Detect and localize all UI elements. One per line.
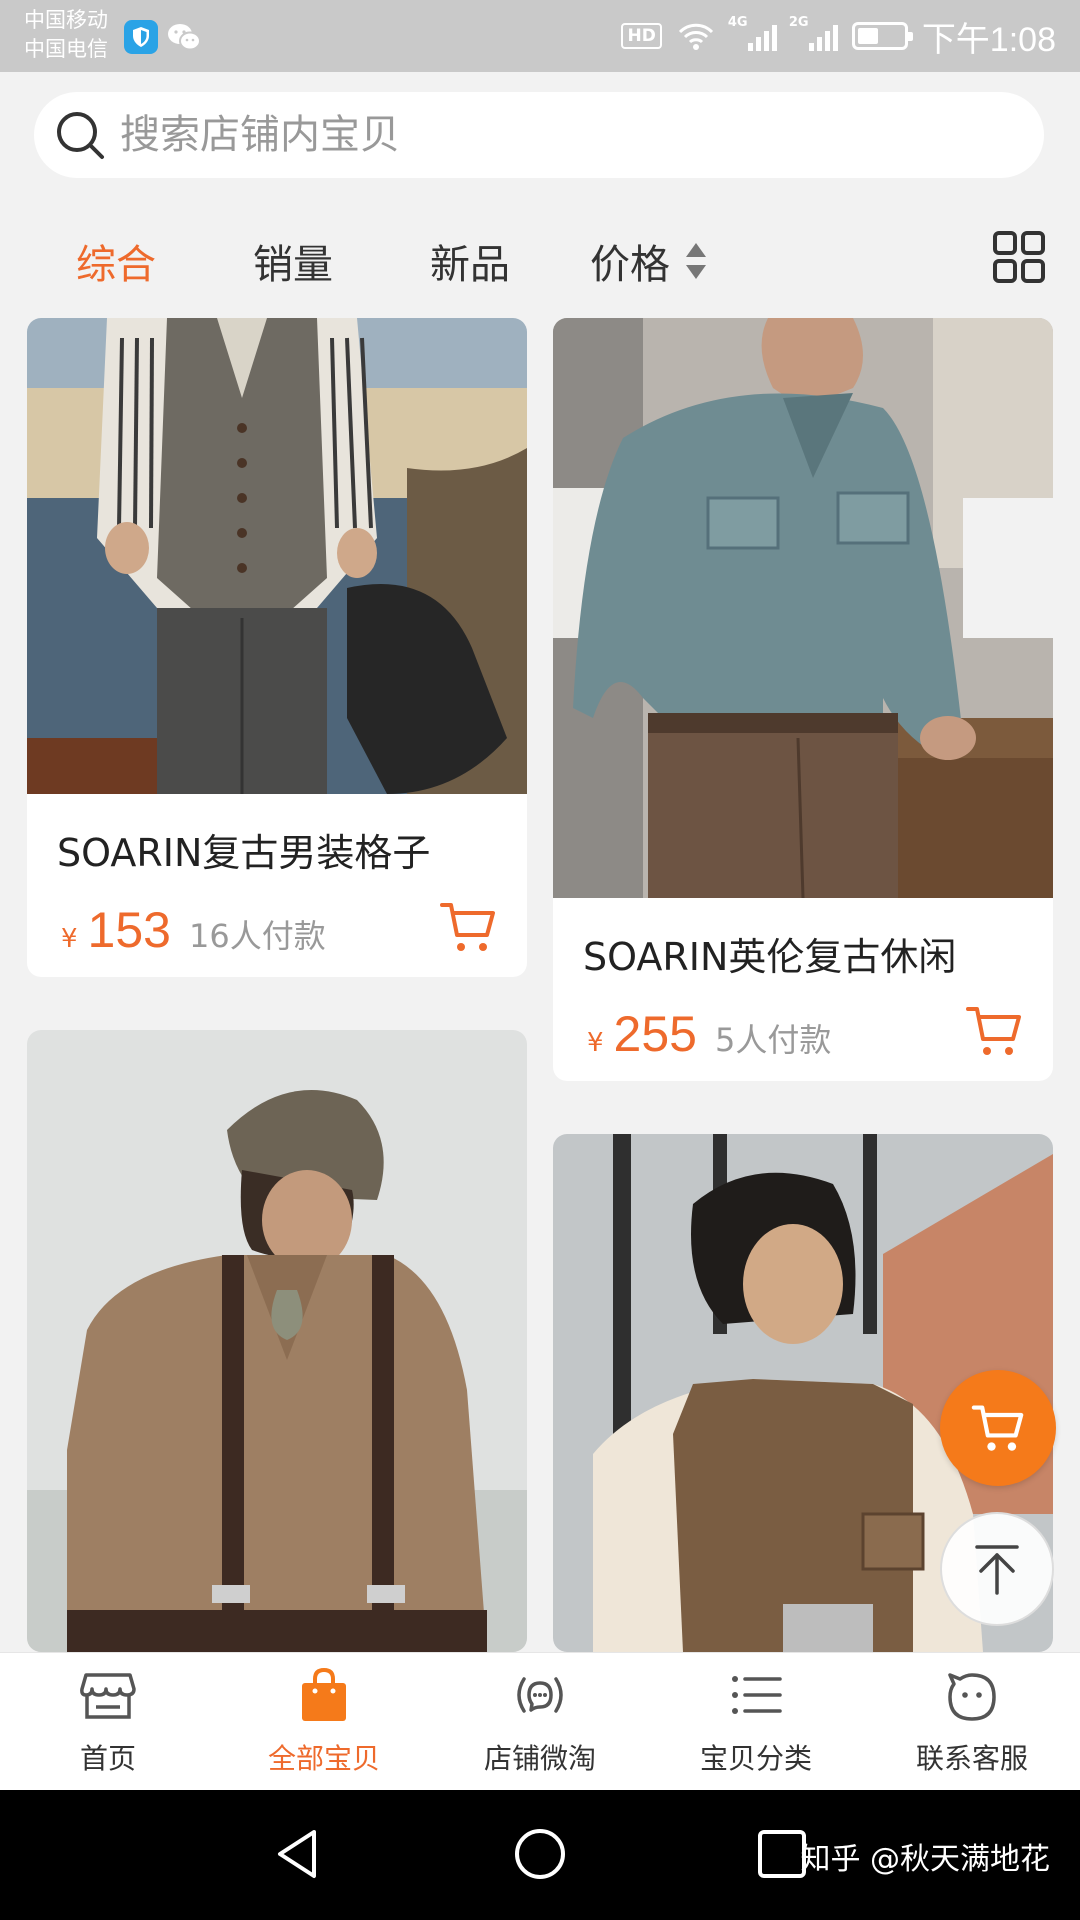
wechat-icon	[168, 24, 201, 51]
status-bar: 中国移动 中国电信 HD 4G 2G 下午1:08	[0, 0, 1080, 72]
signal-4g-icon: 4G	[728, 15, 777, 51]
battery-icon	[851, 22, 913, 50]
product-image[interactable]	[27, 318, 527, 794]
chat-face-icon	[948, 1673, 996, 1721]
sort-tab-new[interactable]: 新品	[430, 232, 510, 290]
product-image[interactable]	[553, 318, 1053, 898]
system-nav-bar: 知乎 @秋天满地花	[0, 1790, 1080, 1920]
nav-label: 宝贝分类	[699, 1742, 812, 1775]
nav-label: 店铺微淘	[483, 1742, 596, 1775]
product-price: 153	[87, 902, 171, 958]
price-row: ¥ 255 5人付款	[553, 981, 1053, 1081]
currency-symbol: ¥	[61, 924, 78, 954]
price-row: ¥ 153 16人付款	[27, 877, 527, 977]
nav-item-home[interactable]: 首页	[0, 1653, 216, 1791]
clock: 下午1:08	[921, 20, 1056, 59]
nav-label: 全部宝贝	[267, 1742, 380, 1775]
sort-tab-label: 新品	[430, 242, 510, 288]
floating-cart-button[interactable]	[940, 1370, 1056, 1486]
back-icon[interactable]	[266, 1822, 330, 1886]
sort-tabs: 综合 销量 新品 价格	[0, 222, 1080, 298]
product-image[interactable]	[27, 1030, 527, 1652]
home-circle-icon[interactable]	[508, 1822, 572, 1886]
product-card[interactable]: SOARIN英伦复古休闲 ¥ 255 5人付款	[553, 318, 1053, 1081]
sort-tab-label: 销量	[253, 242, 333, 288]
carrier-label: 中国移动	[24, 8, 108, 32]
search-icon	[57, 112, 104, 159]
bottom-nav: 首页 全部宝贝 店铺微淘 宝贝分类 联系客服	[0, 1652, 1080, 1790]
sort-tab-label: 综合	[76, 242, 156, 288]
nav-item-categories[interactable]: 宝贝分类	[648, 1653, 864, 1791]
store-icon	[80, 1673, 136, 1719]
carrier-info: 中国移动 中国电信	[24, 6, 108, 64]
nav-label: 联系客服	[915, 1742, 1028, 1775]
product-photo	[27, 1030, 527, 1652]
network-label: 4G	[727, 15, 748, 30]
cart-icon	[971, 1405, 1024, 1451]
sort-tab-sales[interactable]: 销量	[253, 232, 333, 290]
sort-tab-comprehensive[interactable]: 综合	[76, 232, 156, 290]
battery-fill	[857, 28, 878, 44]
sales-count: 5人付款	[714, 1021, 832, 1059]
sort-tab-label: 价格	[590, 242, 670, 288]
signal-2g-icon: 2G	[789, 15, 838, 51]
product-title[interactable]: SOARIN复古男装格子	[27, 794, 527, 877]
grid-layout-icon[interactable]	[992, 230, 1046, 284]
sort-arrows-icon	[686, 243, 706, 279]
network-label: 2G	[788, 15, 809, 30]
nav-item-weitao[interactable]: 店铺微淘	[432, 1653, 648, 1791]
sales-count: 16人付款	[188, 917, 326, 955]
product-card[interactable]: SOARIN复古男装格子 ¥ 153 16人付款	[27, 318, 527, 977]
search-bar[interactable]	[34, 92, 1044, 178]
add-to-cart-icon[interactable]	[965, 1003, 1023, 1059]
carrier-label: 中国电信	[24, 37, 108, 61]
wifi-icon	[678, 23, 713, 50]
nav-item-all-items[interactable]: 全部宝贝	[216, 1653, 432, 1791]
back-to-top-button[interactable]	[940, 1512, 1054, 1626]
product-price: 255	[613, 1006, 697, 1062]
shopping-bag-icon	[302, 1667, 346, 1721]
product-card[interactable]	[27, 1030, 527, 1652]
watermark: 知乎 @秋天满地花	[800, 1842, 1050, 1877]
sort-tab-price[interactable]: 价格	[590, 232, 708, 290]
currency-symbol: ¥	[587, 1028, 604, 1058]
arrow-up-icon	[975, 1545, 1019, 1595]
nav-label: 首页	[79, 1742, 136, 1775]
security-shield-icon	[124, 20, 158, 54]
search-input[interactable]	[120, 112, 1000, 158]
list-icon	[732, 1676, 782, 1714]
add-to-cart-icon[interactable]	[439, 899, 497, 955]
broadcast-icon	[517, 1677, 563, 1713]
hd-badge: HD	[621, 23, 662, 49]
nav-item-customer-service[interactable]: 联系客服	[864, 1653, 1080, 1791]
product-photo	[27, 318, 527, 794]
product-photo	[553, 318, 1053, 898]
product-title[interactable]: SOARIN英伦复古休闲	[553, 898, 1053, 981]
